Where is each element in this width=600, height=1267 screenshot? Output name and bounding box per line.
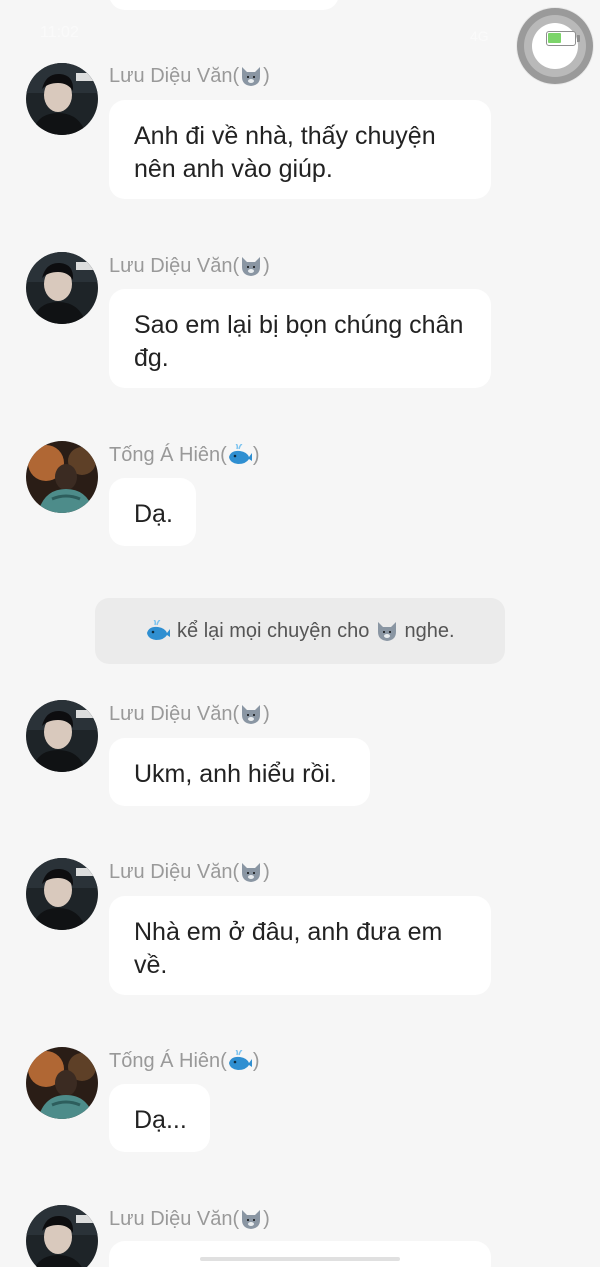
message-text: Nhà em ở đâu, anh đưa em về.	[134, 918, 443, 979]
message-text: Sao em lại bị bọn chúng chân đg.	[134, 311, 464, 372]
luu-dieu-van-avatar[interactable]	[26, 252, 98, 324]
sender-name: Lưu Diệu Văn( )	[109, 254, 270, 283]
sender-name: Lưu Diệu Văn( )	[109, 1207, 270, 1236]
sender-name: Lưu Diệu Văn( )	[109, 702, 270, 731]
tong-a-hien-avatar[interactable]	[26, 1047, 98, 1119]
message-bubble[interactable]: Ukm, anh hiểu rồi.	[109, 738, 370, 806]
message-bubble[interactable]: Sao em lại bị bọn chúng chân đg.	[109, 289, 491, 388]
wolf-emoji	[239, 1208, 263, 1236]
message-bubble[interactable]	[109, 1241, 491, 1267]
tong-a-hien-avatar[interactable]	[26, 441, 98, 513]
system-notice: kể lại mọi chuyện cho nghe.	[95, 598, 505, 664]
sender-name: Tống Á Hiên( )	[109, 443, 260, 472]
luu-dieu-van-avatar[interactable]	[26, 700, 98, 772]
message-bubble[interactable]: Dạ.	[109, 478, 196, 546]
message-text: Anh đi về nhà, thấy chuyện nên anh vào g…	[134, 122, 436, 183]
wolf-emoji	[239, 703, 263, 731]
luu-dieu-van-avatar[interactable]	[26, 1205, 98, 1267]
chat-screen: 11:02 4G Lưu Diệu Văn( ) Anh đi về nhà, …	[0, 0, 600, 1267]
sender-name: Lưu Diệu Văn( )	[109, 64, 270, 93]
luu-dieu-van-avatar[interactable]	[26, 858, 98, 930]
wolf-emoji	[239, 861, 263, 889]
sender-name: Tống Á Hiên( )	[109, 1049, 260, 1078]
wolf-emoji	[375, 603, 399, 669]
scroll-indicator[interactable]	[200, 1257, 400, 1261]
signal-indicator: 4G	[470, 28, 489, 44]
whale-emoji	[227, 443, 253, 472]
whale-emoji	[227, 1049, 253, 1078]
message-bubble[interactable]: Nhà em ở đâu, anh đưa em về.	[109, 896, 491, 995]
status-bar: 11:02 4G	[0, 0, 600, 60]
status-time: 11:02	[40, 24, 79, 41]
battery-charging-icon	[546, 31, 580, 46]
message-text: Dạ.	[134, 500, 173, 528]
message-bubble[interactable]: Dạ...	[109, 1084, 210, 1152]
notice-text-part2: nghe.	[398, 620, 455, 642]
message-text: Dạ...	[134, 1106, 187, 1134]
message-bubble[interactable]: Anh đi về nhà, thấy chuyện nên anh vào g…	[109, 100, 491, 199]
notice-text-part1: kể lại mọi chuyện cho	[171, 620, 375, 642]
wolf-emoji	[239, 65, 263, 93]
wolf-emoji	[239, 255, 263, 283]
assistive-touch-icon[interactable]	[517, 8, 593, 84]
message-text: Ukm, anh hiểu rồi.	[134, 760, 337, 788]
luu-dieu-van-avatar[interactable]	[26, 63, 98, 135]
sender-name: Lưu Diệu Văn( )	[109, 860, 270, 889]
whale-emoji	[145, 603, 171, 669]
